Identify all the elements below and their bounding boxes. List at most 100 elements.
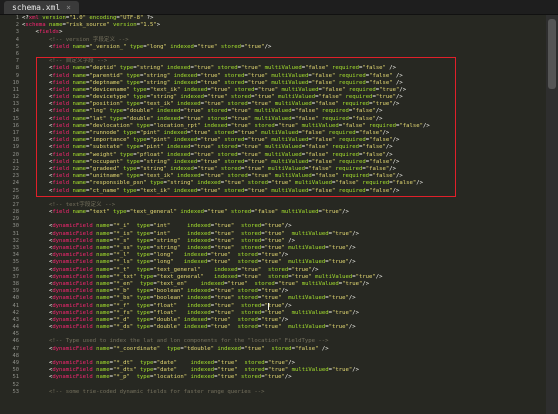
- code-line[interactable]: <dynamicField name="*_f" type="float" in…: [22, 303, 546, 310]
- code-token: "true": [261, 295, 282, 302]
- code-line[interactable]: <dynamicField name="*_ds" type="double" …: [22, 324, 546, 331]
- code-token: "false": [311, 72, 336, 79]
- code-token: type: [126, 79, 140, 86]
- code-line[interactable]: <!-- version 字段定义 -->: [22, 37, 546, 44]
- code-line[interactable]: <dynamicField name="*_ss" type="string" …: [22, 245, 546, 252]
- code-line[interactable]: [22, 353, 546, 360]
- code-line[interactable]: <dynamicField name="*_fs" type="float" i…: [22, 310, 546, 317]
- tab-schema-xml[interactable]: schema.xml ×: [4, 1, 79, 14]
- code-line[interactable]: <!-- Type used to index the lat and lon …: [22, 338, 546, 345]
- code-token: indexed: [177, 101, 201, 108]
- code-token: "true": [328, 324, 349, 331]
- code-line[interactable]: <field name="runnode" type="pint" indexe…: [22, 130, 546, 137]
- code-token: type: [123, 165, 137, 172]
- code-line[interactable]: <field name="devicetype" type="string" i…: [22, 94, 546, 101]
- code-token: "*_ds": [112, 324, 134, 331]
- code-token: "false": [294, 108, 319, 115]
- code-line[interactable]: <dynamicField name="*_i" type="int" inde…: [22, 223, 546, 230]
- code-token: <: [22, 374, 53, 381]
- scrollbar-thumb[interactable]: [548, 19, 556, 89]
- code-token: "deptid": [89, 65, 117, 72]
- code-token: type: [136, 266, 151, 273]
- code-token: required: [338, 72, 366, 79]
- code-token: "true": [251, 173, 272, 180]
- code-line[interactable]: <field name="importance" type="pint" ind…: [22, 137, 546, 144]
- code-line[interactable]: [22, 195, 546, 202]
- code-line[interactable]: <!-- 自定义字段 -->: [22, 58, 546, 65]
- code-line[interactable]: [22, 331, 546, 338]
- code-token: multiValued: [271, 137, 309, 144]
- code-line[interactable]: <field name="deptid" type="string" index…: [22, 65, 546, 72]
- code-line[interactable]: <dynamicField name="*_p" type="location"…: [22, 374, 546, 381]
- code-line[interactable]: <field name="occupant" type="string" ind…: [22, 159, 546, 166]
- code-line[interactable]: <field name="lng" type="double" indexed=…: [22, 108, 546, 115]
- code-line[interactable]: <field name="text" type="text_general" i…: [22, 209, 546, 216]
- code-token: name: [96, 295, 110, 302]
- tab-close-icon[interactable]: ×: [66, 3, 71, 12]
- code-line[interactable]: <field name="gradeed" type="string" inde…: [22, 166, 546, 173]
- code-token: "true": [379, 86, 400, 93]
- code-token: stored: [244, 360, 265, 366]
- code-line[interactable]: <dynamicField name="*_t" type="text_gene…: [22, 267, 546, 274]
- code-line[interactable]: <field name="devlocation" type="location…: [22, 123, 546, 130]
- code-line[interactable]: [22, 216, 546, 223]
- code-line[interactable]: <field name="devicename" type="text_ik" …: [22, 87, 546, 94]
- code-token: "text_ik": [143, 101, 174, 108]
- code-editor[interactable]: <?xml version="1.0" encoding="UTF-8" ?> <…: [22, 15, 546, 414]
- code-line[interactable]: <?xml version="1.0" encoding="UTF-8" ?>: [22, 15, 546, 22]
- code-token: stored: [241, 230, 262, 237]
- code-token: "true": [268, 367, 289, 374]
- code-token: <: [22, 302, 53, 309]
- code-line[interactable]: <field name="lat" type="double" indexed=…: [22, 116, 546, 123]
- code-line[interactable]: <dynamicField name="*_txt" type="text_ge…: [22, 274, 546, 281]
- line-number: 26: [12, 194, 20, 201]
- code-line[interactable]: <dynamicField name="*_l" type="long" ind…: [22, 252, 546, 259]
- code-token: "location": [153, 374, 188, 381]
- code-token: dynamicField: [52, 280, 93, 287]
- code-token: "true": [332, 367, 353, 374]
- code-token: <: [22, 65, 53, 72]
- code-line[interactable]: <dynamicField name="*_d" type="double" i…: [22, 317, 546, 324]
- code-line[interactable]: <dynamicField name="*_dt" type="date" in…: [22, 360, 546, 367]
- code-line[interactable]: <field name="position" type="text_ik" in…: [22, 101, 546, 108]
- code-line[interactable]: <dynamicField name="*_dts" type="date" i…: [22, 367, 546, 374]
- code-token: stored: [247, 180, 268, 187]
- code-line[interactable]: <dynamicField name="*_ls" type="long" in…: [22, 259, 546, 266]
- code-line[interactable]: <field name="substate" type="pint" index…: [22, 144, 546, 151]
- code-token: "true": [203, 173, 225, 180]
- code-line[interactable]: <dynamicField name="*_bs" type="boolean"…: [22, 295, 546, 302]
- code-token: indexed: [156, 108, 181, 115]
- code-token: multiValued: [274, 101, 312, 108]
- code-token: "false": [369, 79, 393, 86]
- vertical-scrollbar[interactable]: [546, 15, 558, 414]
- code-line[interactable]: <schema name="risk_source" version="1.5"…: [22, 22, 546, 29]
- code-token: "true": [183, 108, 204, 115]
- code-line[interactable]: <dynamicField name="*_coordinate" type="…: [22, 346, 546, 353]
- code-token: "*_en": [112, 280, 134, 287]
- code-line[interactable]: <dynamicField name="*_is" type="int" ind…: [22, 231, 546, 238]
- code-line[interactable]: <field name="ct_name" type="text_ik" ind…: [22, 188, 546, 195]
- code-line[interactable]: <dynamicField name="*_b" type="boolean" …: [22, 288, 546, 295]
- code-token: <: [22, 309, 53, 316]
- code-token: name: [72, 101, 87, 108]
- code-line[interactable]: <!-- some trie-coded dynamic fields for …: [22, 389, 546, 396]
- code-line[interactable]: <field name="weight" type="pfloat" index…: [22, 152, 546, 159]
- code-token: <: [22, 316, 53, 323]
- code-line[interactable]: <field name="deptname" type="string" ind…: [22, 80, 546, 87]
- code-line[interactable]: <dynamicField name="*_en" type="text_en"…: [22, 281, 546, 288]
- code-token: />: [375, 273, 383, 280]
- code-line[interactable]: [22, 382, 546, 389]
- code-line[interactable]: <dynamicField name="*_s" type="string" i…: [22, 238, 546, 245]
- code-line[interactable]: <field name="responsible_psn" type="stri…: [22, 180, 546, 187]
- code-token: stored: [237, 259, 258, 266]
- code-token: indexed: [203, 122, 228, 129]
- code-line[interactable]: <!-- text字段定义 -->: [22, 202, 546, 209]
- code-line[interactable]: <fields>: [22, 29, 546, 36]
- code-token: "double": [153, 316, 181, 323]
- code-line[interactable]: <field name="parentid" type="string" ind…: [22, 73, 546, 80]
- code-token: required: [338, 79, 366, 86]
- code-line[interactable]: <field name="_version_" type="long" inde…: [22, 44, 546, 51]
- code-line[interactable]: <field name="unitname" type="text_ik" in…: [22, 173, 546, 180]
